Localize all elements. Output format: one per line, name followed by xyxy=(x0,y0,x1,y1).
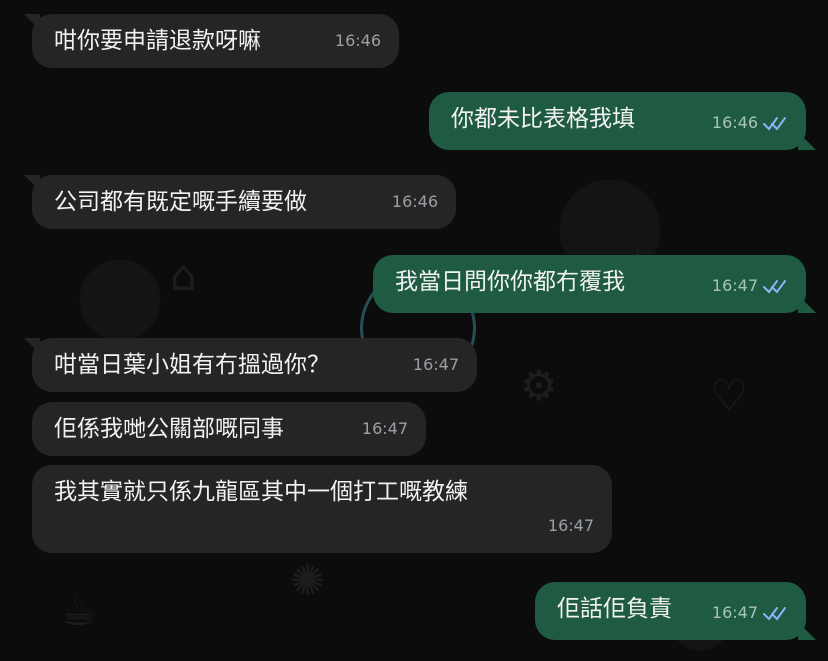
message-time: 16:47 xyxy=(362,414,408,444)
background-doodle-house-icon: ⌂ xyxy=(170,251,197,300)
message-bubble[interactable]: 佢話佢負責 16:47 xyxy=(535,582,816,640)
background-doodle-cup-icon: ☕ xyxy=(60,586,98,635)
message-time: 16:47 xyxy=(712,271,788,301)
message-text: 咁你要申請退款呀嘛 xyxy=(54,28,261,54)
time-label: 16:46 xyxy=(711,113,758,132)
background-doodle-gear-icon: ⚙ xyxy=(520,361,558,410)
message-bubble[interactable]: 公司都有既定嘅手續要做 16:46 xyxy=(24,175,456,229)
time-label: 16:46 xyxy=(334,31,381,50)
message-time: 16:47 xyxy=(548,511,594,541)
double-check-icon xyxy=(763,280,786,294)
time-label: 16:47 xyxy=(711,276,758,295)
background-doodle-heart-icon: ♡ xyxy=(710,371,748,420)
message-time: 16:46 xyxy=(335,26,381,56)
message-text: 你都未比表格我填 xyxy=(451,106,635,132)
message-time: 16:47 xyxy=(712,598,788,628)
message-text: 公司都有既定嘅手續要做 xyxy=(54,189,307,215)
bubble-tail xyxy=(24,175,40,191)
bubble-tail xyxy=(798,132,816,150)
time-label: 16:47 xyxy=(711,603,758,622)
time-label: 16:46 xyxy=(391,192,438,211)
time-label: 16:47 xyxy=(361,419,408,438)
message-bubble[interactable]: 咁你要申請退款呀嘛 16:46 xyxy=(24,14,399,68)
message-bubble[interactable]: 咁當日葉小姐有冇搵過你？ 16:47 xyxy=(24,338,477,392)
bubble-tail xyxy=(24,338,40,354)
chat-background: ⌂ ✦ ♡ ☕ ✺ ⚙ 咁你要申請退款呀嘛 16:46 你都未比表格我填 16:… xyxy=(0,0,828,661)
message-bubble[interactable]: 佢係我哋公關部嘅同事 16:47 xyxy=(32,402,426,456)
message-text: 我其實就只係九龍區其中一個打工嘅教練 xyxy=(54,479,468,505)
message-text: 佢係我哋公關部嘅同事 xyxy=(54,416,284,442)
double-check-icon xyxy=(763,607,786,621)
bubble-tail xyxy=(24,14,40,30)
message-text: 佢話佢負責 xyxy=(557,596,672,622)
message-text: 咁當日葉小姐有冇搵過你？ xyxy=(54,352,330,378)
message-time: 16:46 xyxy=(712,108,788,138)
double-check-icon xyxy=(763,117,786,131)
message-time: 16:47 xyxy=(413,350,459,380)
bubble-tail xyxy=(798,622,816,640)
time-label: 16:47 xyxy=(547,516,594,535)
background-doodle-flower-icon: ✺ xyxy=(290,556,326,605)
time-label: 16:47 xyxy=(412,355,459,374)
message-text: 我當日問你你都冇覆我 xyxy=(395,269,625,295)
message-bubble[interactable]: 我當日問你你都冇覆我 16:47 xyxy=(373,255,816,313)
message-bubble[interactable]: 我其實就只係九龍區其中一個打工嘅教練 16:47 xyxy=(32,465,612,553)
message-bubble[interactable]: 你都未比表格我填 16:46 xyxy=(429,92,816,150)
bubble-tail xyxy=(798,295,816,313)
message-time: 16:46 xyxy=(392,187,438,217)
